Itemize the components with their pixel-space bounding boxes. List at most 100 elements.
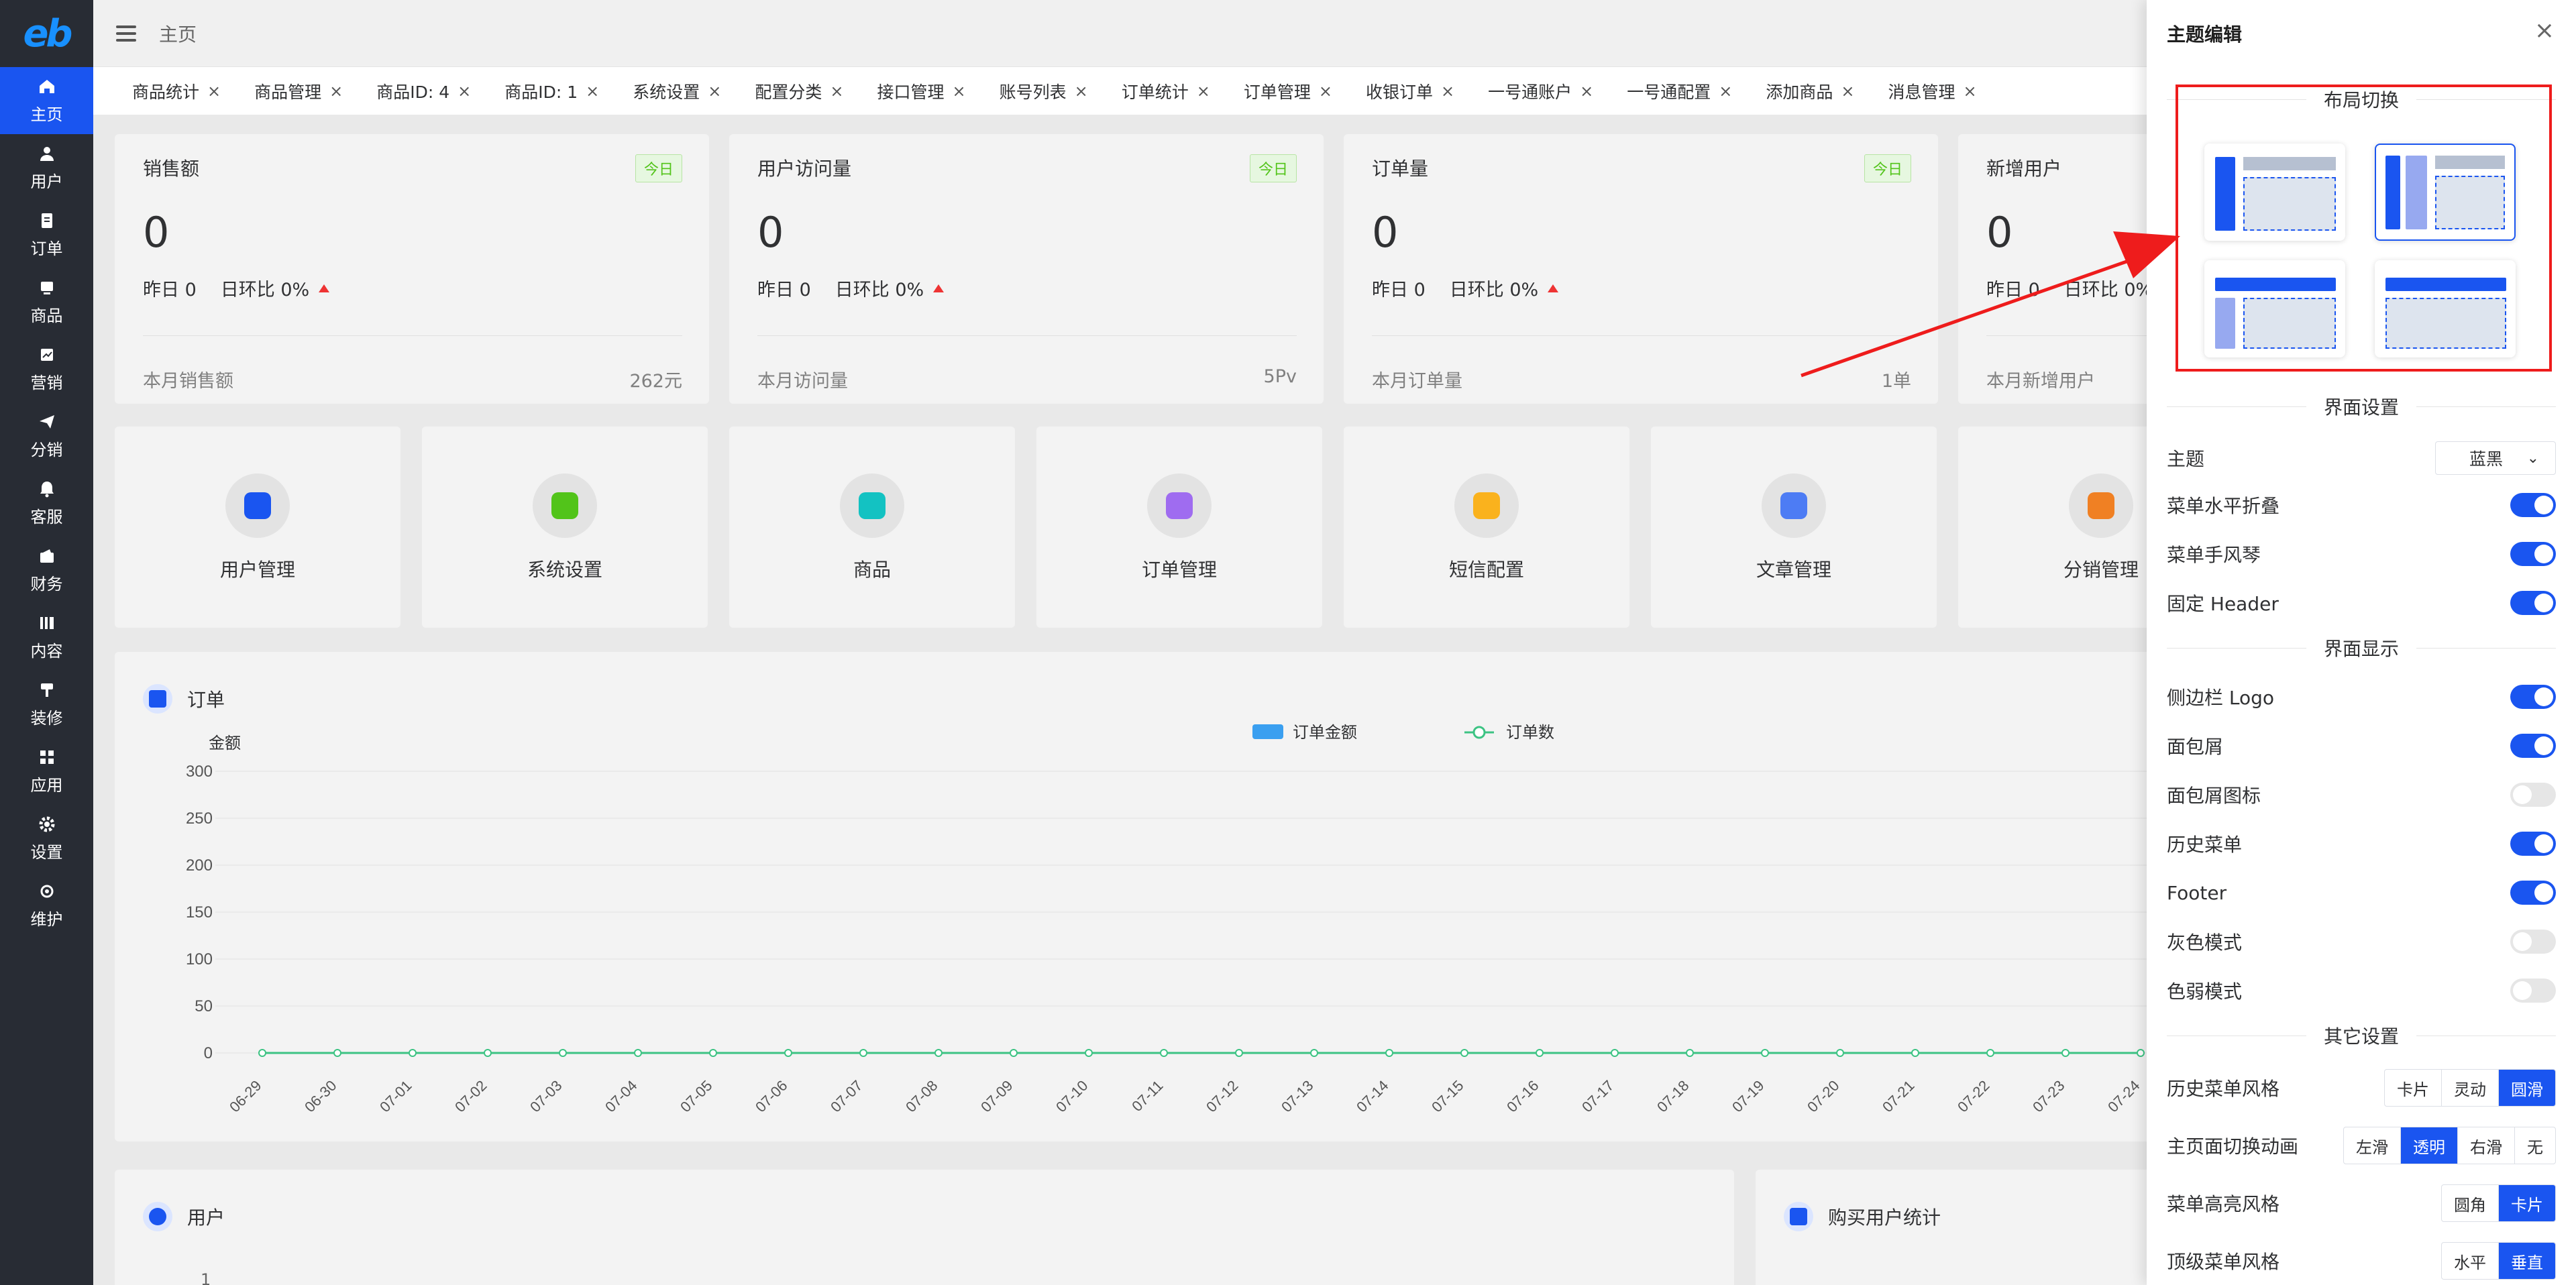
- sidebar-item-8[interactable]: 内容: [0, 604, 93, 671]
- segment-option[interactable]: 圆滑: [2498, 1070, 2555, 1106]
- tab-11[interactable]: 一号通账户 ×: [1488, 79, 1593, 103]
- toggle-switch[interactable]: [2510, 832, 2556, 856]
- segment-option[interactable]: 右滑: [2457, 1127, 2514, 1164]
- quick-link[interactable]: 文章管理: [1651, 427, 1937, 628]
- close-tab-icon[interactable]: ×: [1964, 82, 1977, 101]
- sidebar-item-10[interactable]: 应用: [0, 738, 93, 805]
- user-card-title-text: 用户: [187, 1207, 225, 1229]
- toggle-switch[interactable]: [2510, 930, 2556, 954]
- segment-option[interactable]: 透明: [2400, 1127, 2457, 1164]
- close-tab-icon[interactable]: ×: [1441, 82, 1454, 101]
- setting-row: Footer: [2167, 876, 2556, 909]
- close-tab-icon[interactable]: ×: [1075, 82, 1088, 101]
- close-tab-icon[interactable]: ×: [207, 82, 221, 101]
- close-tab-icon[interactable]: ×: [1319, 82, 1332, 101]
- quick-link[interactable]: 商品: [729, 427, 1015, 628]
- arrow-up-icon: [319, 284, 330, 292]
- tab-9[interactable]: 订单管理 ×: [1244, 79, 1332, 103]
- sidebar-item-5[interactable]: 分销: [0, 402, 93, 469]
- order-count-point: [1085, 1049, 1093, 1057]
- stat-ratio: 日环比 0%: [835, 280, 924, 300]
- logo[interactable]: eb: [0, 0, 93, 67]
- tab-1[interactable]: 商品管理 ×: [254, 79, 343, 103]
- toggle-switch[interactable]: [2510, 542, 2556, 566]
- tab-4[interactable]: 系统设置 ×: [633, 79, 721, 103]
- close-tab-icon[interactable]: ×: [329, 82, 343, 101]
- close-tab-icon[interactable]: ×: [830, 82, 843, 101]
- setting-row: 侧边栏 Logo: [2167, 680, 2556, 714]
- toggle-switch[interactable]: [2510, 783, 2556, 807]
- quick-link-label: 文章管理: [1756, 559, 1831, 581]
- quick-link[interactable]: 短信配置: [1344, 427, 1629, 628]
- tab-14[interactable]: 消息管理 ×: [1888, 79, 1977, 103]
- tab-label: 账号列表: [999, 82, 1067, 102]
- setting-label: 历史菜单风格: [2167, 1078, 2280, 1100]
- x-tick-label: 07-04: [602, 1077, 640, 1115]
- sidebar-item-0[interactable]: 主页: [0, 67, 93, 134]
- sidebar-item-9[interactable]: 装修: [0, 671, 93, 738]
- segment-option[interactable]: 圆角: [2442, 1185, 2498, 1221]
- close-tab-icon[interactable]: ×: [708, 82, 721, 101]
- close-tab-icon[interactable]: ×: [458, 82, 471, 101]
- tab-0[interactable]: 商品统计 ×: [132, 79, 221, 103]
- toggle-switch[interactable]: [2510, 685, 2556, 709]
- tab-5[interactable]: 配置分类 ×: [755, 79, 843, 103]
- segment-option[interactable]: 卡片: [2385, 1070, 2441, 1106]
- y-tick-label: 50: [195, 997, 213, 1015]
- segment-option[interactable]: 左滑: [2344, 1127, 2400, 1164]
- segment-option[interactable]: 卡片: [2498, 1185, 2555, 1221]
- sidebar-item-3[interactable]: 商品: [0, 268, 93, 335]
- tab-label: 消息管理: [1888, 82, 1955, 102]
- sidebar-item-12[interactable]: 维护: [0, 872, 93, 939]
- close-tab-icon[interactable]: ×: [1197, 82, 1210, 101]
- menu-toggle-icon[interactable]: [116, 25, 136, 42]
- close-icon[interactable]: ×: [2534, 19, 2555, 43]
- theme-select-value: 蓝黑: [2469, 449, 2504, 469]
- breadcrumb[interactable]: 主页: [159, 20, 197, 47]
- tab-7[interactable]: 账号列表 ×: [1000, 79, 1088, 103]
- toggle-switch[interactable]: [2510, 979, 2556, 1003]
- quick-link[interactable]: 系统设置: [422, 427, 708, 628]
- toggle-switch[interactable]: [2510, 591, 2556, 615]
- order-count-point: [1010, 1049, 1018, 1057]
- segment-option[interactable]: 垂直: [2498, 1243, 2555, 1279]
- order-count-point: [1911, 1049, 1919, 1057]
- today-badge: 今日: [1249, 154, 1297, 182]
- sidebar-item-1[interactable]: 用户: [0, 134, 93, 201]
- tab-3[interactable]: 商品ID: 1 ×: [504, 79, 599, 103]
- order-count-point: [484, 1049, 492, 1057]
- tab-12[interactable]: 一号通配置 ×: [1627, 79, 1732, 103]
- sidebar-item-label: 订单: [30, 239, 63, 258]
- order-chart-card: 订单 订单金额 订单数 金额 300 250 200 150 100 50 0 06-29 06-30…: [115, 652, 2214, 1141]
- close-tab-icon[interactable]: ×: [1719, 82, 1732, 101]
- order-count-point: [2061, 1049, 2070, 1057]
- y-tick-label: 200: [186, 856, 213, 875]
- segment-option[interactable]: 无: [2514, 1127, 2555, 1164]
- segment-option[interactable]: 灵动: [2441, 1070, 2498, 1106]
- toggle-switch[interactable]: [2510, 493, 2556, 517]
- toggle-switch[interactable]: [2510, 734, 2556, 758]
- tab-8[interactable]: 订单统计 ×: [1122, 79, 1210, 103]
- close-tab-icon[interactable]: ×: [953, 82, 966, 101]
- quick-link[interactable]: 订单管理: [1036, 427, 1322, 628]
- tab-2[interactable]: 商品ID: 4 ×: [376, 79, 471, 103]
- sidebar-item-7[interactable]: 财务: [0, 537, 93, 604]
- tab-6[interactable]: 接口管理 ×: [877, 79, 966, 103]
- theme-select[interactable]: 蓝黑 ⌄: [2435, 441, 2556, 475]
- user-axis-tick: 1: [201, 1270, 211, 1285]
- segment-option[interactable]: 水平: [2442, 1243, 2498, 1279]
- setting-row: 历史菜单: [2167, 827, 2556, 860]
- toggle-switch[interactable]: [2510, 881, 2556, 905]
- tab-10[interactable]: 收银订单 ×: [1366, 79, 1454, 103]
- close-tab-icon[interactable]: ×: [1841, 82, 1854, 101]
- quick-link[interactable]: 用户管理: [115, 427, 400, 628]
- sidebar-item-6[interactable]: 客服: [0, 469, 93, 537]
- close-tab-icon[interactable]: ×: [1580, 82, 1593, 101]
- stat-foot-value: 262元: [629, 371, 682, 392]
- close-tab-icon[interactable]: ×: [586, 82, 599, 101]
- legend-line-label: 订单数: [1506, 724, 1554, 742]
- sidebar-item-11[interactable]: 设置: [0, 805, 93, 872]
- sidebar-item-2[interactable]: 订单: [0, 201, 93, 268]
- sidebar-item-4[interactable]: 营销: [0, 335, 93, 402]
- tab-13[interactable]: 添加商品 ×: [1766, 79, 1854, 103]
